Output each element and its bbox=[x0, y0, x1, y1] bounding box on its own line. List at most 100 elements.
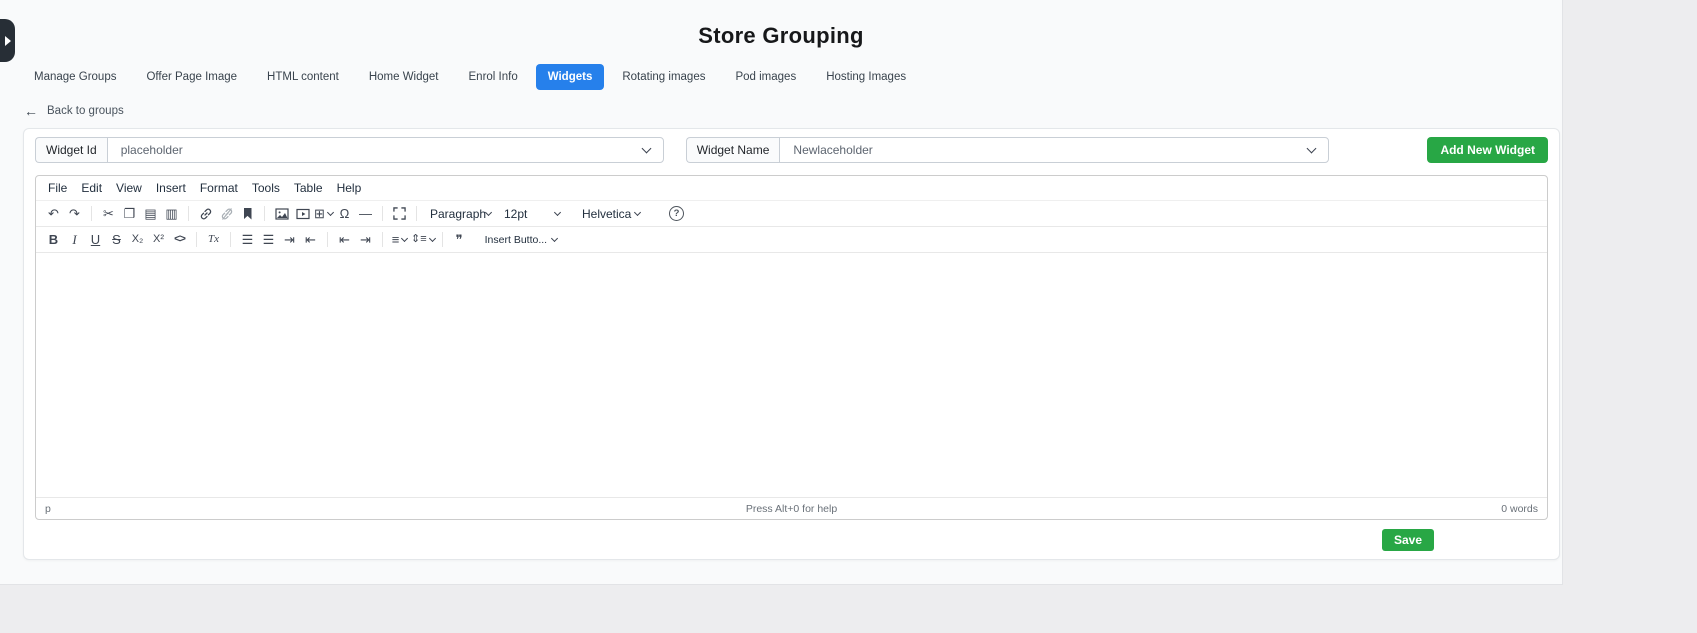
chevron-down-icon bbox=[551, 235, 558, 242]
code-icon: <> bbox=[174, 234, 185, 245]
widget-name-value: Newlaceholder bbox=[793, 143, 872, 157]
underline-button[interactable]: U bbox=[85, 230, 106, 250]
remove-link-button[interactable] bbox=[216, 204, 237, 224]
menu-edit[interactable]: Edit bbox=[74, 178, 109, 198]
save-button[interactable]: Save bbox=[1382, 529, 1434, 551]
tab-enrol-info[interactable]: Enrol Info bbox=[457, 64, 530, 90]
paragraph-format-value: Paragraph bbox=[430, 207, 486, 221]
cut-icon: ✂ bbox=[103, 207, 114, 220]
insert-button-select[interactable]: Insert Butto... bbox=[478, 230, 564, 250]
back-arrow-icon: ← bbox=[24, 103, 38, 119]
chevron-down-icon bbox=[641, 143, 651, 153]
list-indent-button[interactable]: ⇥ bbox=[279, 230, 300, 250]
font-size-select[interactable]: 12pt bbox=[497, 204, 567, 224]
font-size-value: 12pt bbox=[504, 207, 527, 221]
redo-button[interactable]: ↷ bbox=[64, 204, 85, 224]
undo-button[interactable]: ↶ bbox=[43, 204, 64, 224]
menu-help[interactable]: Help bbox=[330, 178, 369, 198]
tab-home-widget[interactable]: Home Widget bbox=[357, 64, 451, 90]
align-button[interactable]: ≡ bbox=[389, 230, 410, 250]
horizontal-rule-button[interactable]: — bbox=[355, 204, 376, 224]
insert-table-button[interactable]: ⊞ bbox=[313, 204, 334, 224]
numbered-list-button[interactable]: ☰ bbox=[237, 230, 258, 250]
table-icon: ⊞ bbox=[314, 207, 325, 220]
cut-button[interactable]: ✂ bbox=[98, 204, 119, 224]
editor-content-area[interactable] bbox=[36, 253, 1547, 497]
tab-offer-page-image[interactable]: Offer Page Image bbox=[134, 64, 249, 90]
widget-name-group: Widget Name Newlaceholder bbox=[686, 137, 1330, 163]
unlink-icon bbox=[220, 207, 234, 221]
tab-html-content[interactable]: HTML content bbox=[255, 64, 351, 90]
list-indent-icon: ⇥ bbox=[284, 233, 295, 246]
editor-menubar: File Edit View Insert Format Tools Table… bbox=[36, 176, 1547, 201]
back-to-groups-link[interactable]: ← Back to groups bbox=[24, 103, 124, 119]
superscript-icon: X² bbox=[153, 234, 164, 245]
menu-view[interactable]: View bbox=[109, 178, 149, 198]
clear-formatting-icon: Tx bbox=[208, 234, 219, 245]
widget-id-group: Widget Id placeholder bbox=[35, 137, 664, 163]
tab-rotating-images[interactable]: Rotating images bbox=[610, 64, 717, 90]
help-icon: ? bbox=[674, 208, 680, 219]
chevron-down-icon bbox=[429, 235, 436, 242]
font-family-select[interactable]: Helvetica bbox=[575, 204, 647, 224]
tab-manage-groups[interactable]: Manage Groups bbox=[22, 64, 128, 90]
rich-text-editor: File Edit View Insert Format Tools Table… bbox=[35, 175, 1548, 520]
list-outdent-button[interactable]: ⇤ bbox=[300, 230, 321, 250]
sidebar-toggle[interactable] bbox=[0, 19, 15, 62]
subscript-button[interactable]: X₂ bbox=[127, 230, 148, 250]
link-icon bbox=[199, 207, 213, 221]
italic-button[interactable]: I bbox=[64, 230, 85, 250]
chevron-down-icon bbox=[485, 209, 492, 216]
insert-link-button[interactable] bbox=[195, 204, 216, 224]
bold-button[interactable]: B bbox=[43, 230, 64, 250]
menu-table[interactable]: Table bbox=[287, 178, 330, 198]
outdent-button[interactable]: ⇤ bbox=[334, 230, 355, 250]
underline-icon: U bbox=[91, 233, 100, 246]
toolbar-separator bbox=[327, 232, 328, 247]
tab-pod-images[interactable]: Pod images bbox=[723, 64, 808, 90]
toolbar-separator bbox=[442, 232, 443, 247]
add-new-widget-button[interactable]: Add New Widget bbox=[1427, 137, 1548, 163]
copy-button[interactable]: ❐ bbox=[119, 204, 140, 224]
insert-image-button[interactable] bbox=[271, 204, 292, 224]
insert-media-button[interactable] bbox=[292, 204, 313, 224]
indent-button[interactable]: ⇥ bbox=[355, 230, 376, 250]
bullet-list-button[interactable]: ☰ bbox=[258, 230, 279, 250]
element-path[interactable]: p bbox=[45, 503, 51, 515]
fullscreen-button[interactable] bbox=[389, 204, 410, 224]
fullscreen-icon bbox=[393, 207, 406, 220]
strikethrough-button[interactable]: S bbox=[106, 230, 127, 250]
superscript-button[interactable]: X² bbox=[148, 230, 169, 250]
menu-insert[interactable]: Insert bbox=[149, 178, 193, 198]
blockquote-button[interactable]: ❞ bbox=[449, 230, 470, 250]
horizontal-rule-icon: — bbox=[359, 207, 372, 220]
bold-icon: B bbox=[49, 233, 58, 246]
chevron-down-icon bbox=[554, 209, 561, 216]
redo-icon: ↷ bbox=[69, 207, 80, 220]
bullet-list-icon: ☰ bbox=[263, 233, 275, 246]
bookmark-button[interactable] bbox=[237, 204, 258, 224]
paragraph-format-select[interactable]: Paragraph bbox=[423, 204, 497, 224]
help-button[interactable]: ? bbox=[669, 206, 684, 221]
insert-button-value: Insert Butto... bbox=[485, 234, 547, 246]
line-height-button[interactable]: ⇕≡ bbox=[410, 230, 436, 250]
menu-file[interactable]: File bbox=[41, 178, 74, 198]
menu-tools[interactable]: Tools bbox=[245, 178, 287, 198]
copy-icon: ❐ bbox=[124, 207, 136, 220]
widget-card: Widget Id placeholder Widget Name Newlac… bbox=[23, 128, 1560, 560]
widget-id-select[interactable]: placeholder bbox=[107, 137, 664, 163]
paste-as-text-button[interactable]: ▥ bbox=[161, 204, 182, 224]
widget-name-select[interactable]: Newlaceholder bbox=[779, 137, 1329, 163]
numbered-list-icon: ☰ bbox=[242, 233, 254, 246]
image-icon bbox=[275, 207, 289, 221]
tab-hosting-images[interactable]: Hosting Images bbox=[814, 64, 918, 90]
paste-button[interactable]: ▤ bbox=[140, 204, 161, 224]
special-character-button[interactable]: Ω bbox=[334, 204, 355, 224]
code-button[interactable]: <> bbox=[169, 230, 190, 250]
widget-id-label: Widget Id bbox=[35, 137, 107, 163]
menu-format[interactable]: Format bbox=[193, 178, 245, 198]
tab-widgets[interactable]: Widgets bbox=[536, 64, 605, 90]
toolbar-separator bbox=[264, 206, 265, 221]
clear-formatting-button[interactable]: Tx bbox=[203, 230, 224, 250]
word-count[interactable]: 0 words bbox=[1501, 503, 1538, 515]
